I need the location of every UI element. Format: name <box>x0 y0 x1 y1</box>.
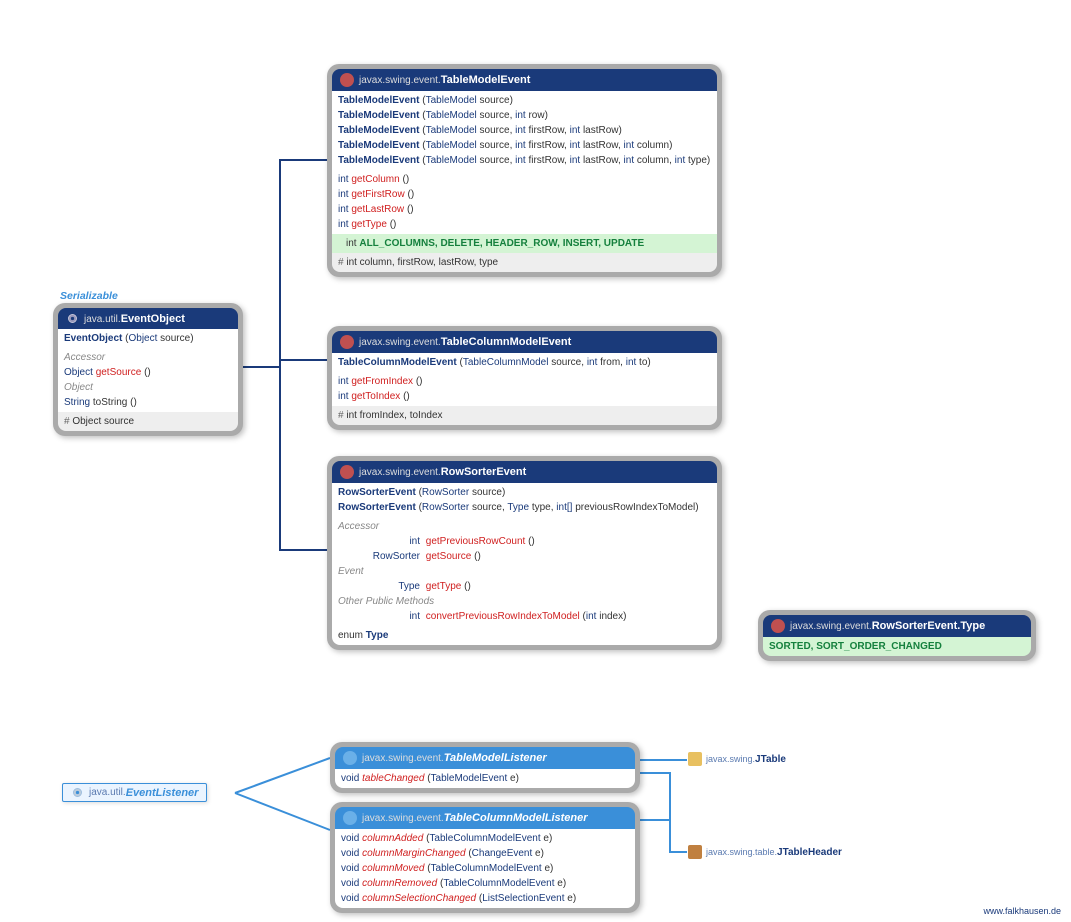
constructors-section: TableColumnModelEvent (TableColumnModel … <box>332 353 717 372</box>
package-label: javax.swing.event. <box>359 337 441 348</box>
package-label: javax.swing.event. <box>362 813 444 824</box>
watermark: www.falkhausen.de <box>983 906 1061 916</box>
gear-icon <box>66 312 79 325</box>
package-label: javax.swing.event. <box>362 753 444 764</box>
class-name: EventObject <box>121 313 185 325</box>
interface-name: TableColumnModelListener <box>444 812 588 824</box>
interface-name: TableModelListener <box>444 752 547 764</box>
package-label: javax.swing.event. <box>790 621 872 632</box>
class-event-object: java.util.EventObject EventObject (Objec… <box>53 303 243 436</box>
fields-section: # int column, firstRow, lastRow, type <box>332 253 717 272</box>
class-name: RowSorterEvent <box>441 466 527 478</box>
section-label-object: Object <box>64 380 232 395</box>
class-header: javax.swing.event.TableModelListener <box>335 747 635 769</box>
constants-section: SORTED, SORT_ORDER_CHANGED <box>763 637 1031 656</box>
section-label: Other Public Methods <box>338 594 711 609</box>
constructors-section: EventObject (Object source) <box>58 329 238 348</box>
interface-table-model-listener: javax.swing.event.TableModelListener voi… <box>330 742 640 793</box>
class-header: java.util.EventObject <box>58 308 238 329</box>
class-header: javax.swing.event.TableColumnModelListen… <box>335 807 635 829</box>
methods-section: Accessor Object getSource () Object Stri… <box>58 348 238 412</box>
cup-icon <box>343 811 357 825</box>
component-icon <box>688 845 702 859</box>
class-header: javax.swing.event.RowSorterEvent.Type <box>763 615 1031 637</box>
cup-icon <box>340 73 354 87</box>
constants-section: int ALL_COLUMNS, DELETE, HEADER_ROW, INS… <box>332 234 717 253</box>
fields-section: # int fromIndex, toIndex <box>332 406 717 425</box>
section-label-accessor: Accessor <box>64 350 232 365</box>
serializable-label: Serializable <box>60 290 118 302</box>
methods-section: void tableChanged (TableModelEvent e) <box>335 769 635 788</box>
class-table-column-model-event: javax.swing.event. TableColumnModelEvent … <box>327 326 722 430</box>
interface-event-listener: java.util.EventListener <box>62 783 207 802</box>
methods-section: int getColumn ()int getFirstRow ()int ge… <box>332 170 717 234</box>
component-icon <box>688 752 702 766</box>
package-label: java.util. <box>84 314 121 325</box>
cup-icon <box>340 465 354 479</box>
gear-icon <box>71 786 84 799</box>
class-header: javax.swing.event.TableModelEvent <box>332 69 717 91</box>
class-row-sorter-event: javax.swing.event.RowSorterEvent RowSort… <box>327 456 722 650</box>
class-row-sorter-event-type: javax.swing.event.RowSorterEvent.Type SO… <box>758 610 1036 661</box>
class-table-model-event: javax.swing.event.TableModelEvent TableM… <box>327 64 722 277</box>
class-header: javax.swing.event.RowSorterEvent <box>332 461 717 483</box>
section-label: Event <box>338 564 711 579</box>
cup-icon <box>343 751 357 765</box>
methods-section: void columnAdded (TableColumnModelEvent … <box>335 829 635 908</box>
methods-section: Accessor int getPreviousRowCount ()RowSo… <box>332 517 717 626</box>
class-header: javax.swing.event.TableColumnModelEvent <box>332 331 717 353</box>
class-name: TableColumnModelEvent <box>441 336 572 348</box>
ref-jtableheader: javax.swing.table.JTableHeader <box>688 845 842 859</box>
constructors-section: RowSorterEvent (RowSorter source)RowSort… <box>332 483 717 517</box>
cup-icon <box>771 619 785 633</box>
package-label: javax.swing.table. <box>706 847 777 857</box>
package-label: java.util. <box>89 787 126 798</box>
class-name: JTableHeader <box>777 847 842 858</box>
fields-section: # Object source <box>58 412 238 431</box>
interface-table-column-model-listener: javax.swing.event.TableColumnModelListen… <box>330 802 640 913</box>
class-name: JTable <box>755 754 786 765</box>
package-label: javax.swing.event. <box>359 75 441 86</box>
section-label: Accessor <box>338 519 711 534</box>
package-label: javax.swing. <box>706 754 755 764</box>
cup-icon <box>340 335 354 349</box>
package-label: javax.swing.event. <box>359 467 441 478</box>
class-name: TableModelEvent <box>441 74 531 86</box>
ref-jtable: javax.swing.JTable <box>688 752 786 766</box>
class-name: RowSorterEvent.Type <box>872 620 986 632</box>
constructors-section: TableModelEvent (TableModel source)Table… <box>332 91 717 170</box>
nested-section: enum Type <box>332 626 717 645</box>
methods-section: int getFromIndex ()int getToIndex () <box>332 372 717 406</box>
interface-name: EventListener <box>126 787 199 799</box>
